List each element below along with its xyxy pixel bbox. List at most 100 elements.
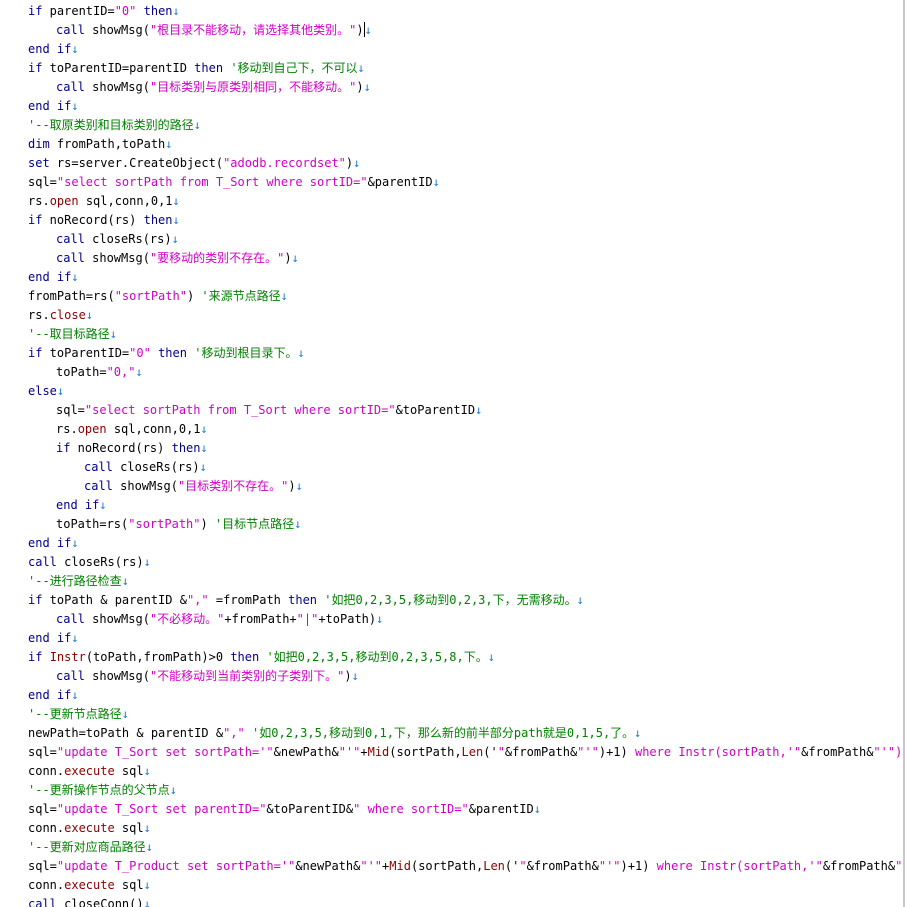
code-editor[interactable]: if parentID="0" then↓ call showMsg("根目录不能… — [0, 0, 905, 907]
code-line[interactable]: '--更新操作节点的父节点↓ — [28, 781, 177, 800]
code-line[interactable]: conn.execute sql↓ — [28, 762, 151, 781]
code-line[interactable]: if noRecord(rs) then↓ — [28, 211, 180, 230]
line-break-marker: ↓ — [353, 156, 361, 170]
line-break-marker: ↓ — [143, 764, 151, 778]
code-token: parentID= — [42, 4, 115, 18]
code-line[interactable]: call showMsg("目标类别不存在。")↓ — [84, 477, 303, 496]
code-line[interactable]: call closeRs(rs)↓ — [28, 553, 151, 572]
code-token: closeRs(rs) — [56, 555, 144, 569]
code-line[interactable]: '--取原类别和目标类别的路径↓ — [28, 116, 201, 135]
line-break-marker: ↓ — [71, 99, 79, 113]
code-token: showMsg( — [84, 669, 150, 683]
code-token: then — [288, 593, 318, 607]
code-line[interactable]: rs.close↓ — [28, 306, 93, 325]
code-line[interactable]: sql="update T_Product set sortPath='"&ne… — [28, 857, 905, 876]
code-token: then — [171, 441, 201, 455]
code-token: rs. — [56, 422, 78, 436]
code-line[interactable]: fromPath=rs("sortPath") '来源节点路径↓ — [28, 287, 288, 306]
code-line[interactable]: end if↓ — [28, 534, 79, 553]
code-line[interactable]: if toPath & parentID &"," =fromPath then… — [28, 591, 584, 610]
code-line[interactable]: call showMsg("不必移动。"+fromPath+"|"+toPath… — [56, 610, 383, 629]
code-line[interactable]: '--取目标路径↓ — [28, 325, 117, 344]
code-line[interactable]: sql="select sortPath from T_Sort where s… — [56, 401, 482, 420]
code-line[interactable]: sql="update T_Sort set parentID="&toPare… — [28, 800, 541, 819]
code-line[interactable]: call showMsg("要移动的类别不存在。")↓ — [56, 249, 299, 268]
line-break-marker: ↓ — [145, 840, 153, 854]
code-line[interactable]: rs.open sql,conn,0,1↓ — [28, 192, 180, 211]
code-line[interactable]: set rs=server.CreateObject("adodb.record… — [28, 154, 360, 173]
code-token: call — [84, 460, 113, 474]
line-break-marker: ↓ — [121, 707, 129, 721]
code-token: + — [360, 745, 368, 759]
line-break-marker: ↓ — [171, 232, 179, 246]
code-token: "0" — [129, 346, 151, 360]
code-token: else — [28, 384, 57, 398]
code-token: '目标节点路径 — [214, 517, 295, 531]
code-token: showMsg( — [112, 479, 178, 493]
code-token: sql= — [28, 745, 57, 759]
code-token: "'" — [577, 745, 599, 759]
code-token: newPath=toPath & parentID & — [28, 726, 224, 740]
code-line[interactable]: conn.execute sql↓ — [28, 819, 151, 838]
code-line[interactable]: end if↓ — [28, 629, 79, 648]
code-line[interactable]: else↓ — [28, 382, 64, 401]
code-line[interactable]: call showMsg("不能移动到当前类别的子类别下。")↓ — [56, 667, 359, 686]
code-token: sql — [114, 821, 144, 835]
code-line[interactable]: call closeRs(rs)↓ — [56, 230, 179, 249]
code-line[interactable]: if parentID="0" then↓ — [28, 2, 180, 21]
code-token: execute — [64, 878, 115, 892]
code-token: &newPath& — [295, 859, 361, 873]
code-line[interactable]: '--更新对应商品路径↓ — [28, 838, 153, 857]
code-token: "'" — [338, 745, 361, 759]
code-line[interactable]: toPath=rs("sortPath") '目标节点路径↓ — [56, 515, 301, 534]
line-break-marker: ↓ — [172, 213, 180, 227]
code-token: ) — [186, 289, 202, 303]
code-token: +toPath) — [318, 612, 377, 626]
code-token: )+1) — [620, 859, 657, 873]
code-line[interactable]: '--进行路径检查↓ — [28, 572, 129, 591]
code-line[interactable]: if toParentID="0" then '移动到根目录下。↓ — [28, 344, 305, 363]
code-line[interactable]: if Instr(toPath,fromPath)>0 then '如把0,2,… — [28, 648, 495, 667]
code-line[interactable]: end if↓ — [56, 496, 107, 515]
code-token: &fromPath& — [526, 859, 599, 873]
code-line[interactable]: call showMsg("根目录不能移动，请选择其他类别。")↓ — [56, 21, 372, 40]
line-break-marker: ↓ — [576, 593, 584, 607]
code-token: end if — [28, 270, 72, 284]
code-token: '--取原类别和目标类别的路径 — [28, 118, 194, 132]
code-line[interactable]: call closeConn()↓ — [28, 895, 151, 907]
code-line[interactable]: if noRecord(rs) then↓ — [56, 439, 208, 458]
code-token: conn. — [28, 764, 65, 778]
code-line[interactable]: '--更新节点路径↓ — [28, 705, 129, 724]
code-token: =fromPath — [208, 593, 289, 607]
code-line[interactable]: if toParentID=parentID then '移动到自己下，不可以↓ — [28, 59, 365, 78]
code-line[interactable]: newPath=toPath & parentID &"," '如0,2,3,5… — [28, 724, 641, 743]
code-line[interactable]: end if↓ — [28, 40, 79, 59]
code-token: " — [815, 859, 823, 873]
code-line[interactable]: call closeRs(rs)↓ — [84, 458, 207, 477]
code-line[interactable]: sql="select sortPath from T_Sort where s… — [28, 173, 440, 192]
code-line[interactable]: end if↓ — [28, 97, 79, 116]
code-token: Mid — [367, 745, 390, 759]
code-token: "0" — [114, 4, 137, 18]
line-break-marker: ↓ — [295, 479, 303, 493]
code-line[interactable]: call showMsg("目标类别与原类别相同，不能移动。")↓ — [56, 78, 371, 97]
code-token: ) — [284, 251, 292, 265]
code-line[interactable]: end if↓ — [28, 686, 79, 705]
line-break-marker: ↓ — [143, 821, 151, 835]
code-line[interactable]: dim fromPath,toPath↓ — [28, 135, 173, 154]
line-break-marker: ↓ — [71, 270, 79, 284]
code-line[interactable]: end if↓ — [28, 268, 79, 287]
code-line[interactable]: sql="update T_Sort set sortPath='"&newPa… — [28, 743, 905, 762]
code-token: &fromPath& — [504, 745, 578, 759]
code-token: then — [158, 346, 187, 360]
code-line[interactable]: rs.open sql,conn,0,1↓ — [56, 420, 208, 439]
line-break-marker: ↓ — [280, 289, 288, 303]
code-line[interactable]: conn.execute sql↓ — [28, 876, 151, 895]
code-token: if — [28, 4, 43, 18]
code-line[interactable]: toPath="0,"↓ — [56, 363, 143, 382]
editor-gutter — [0, 0, 22, 907]
code-token: (sortPath, — [410, 859, 484, 873]
code-token: "'" — [873, 745, 896, 759]
code-token: call — [56, 232, 85, 246]
code-token: toPath= — [56, 365, 107, 379]
